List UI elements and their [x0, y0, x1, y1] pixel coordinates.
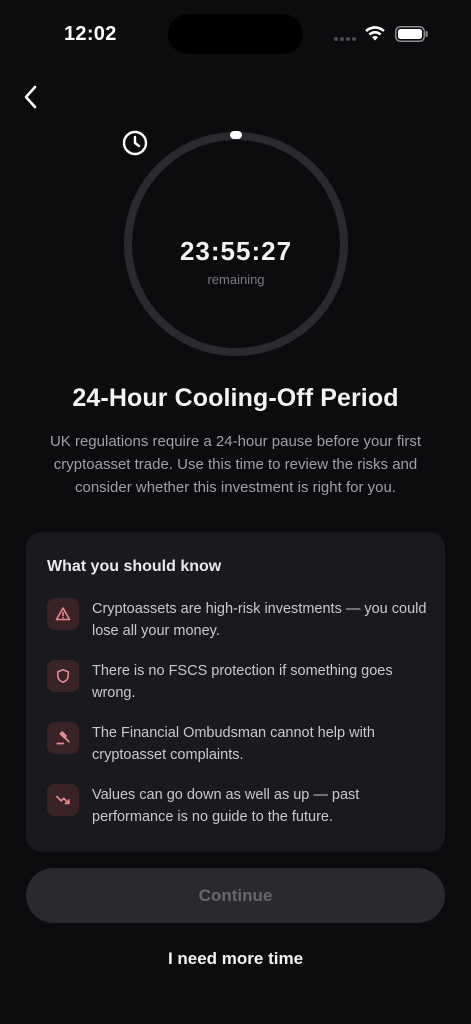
need-more-time-button[interactable]: I need more time: [0, 949, 471, 969]
timer-progress-knob: [230, 131, 242, 139]
risk-item-text: Cryptoassets are high-risk investments —…: [92, 601, 427, 639]
countdown-timer: 23:55:27 remaining: [120, 128, 352, 360]
risk-item-text: The Financial Ombudsman cannot help with…: [92, 725, 375, 763]
dynamic-island: [168, 14, 303, 54]
chevron-left-icon: [24, 85, 37, 109]
gavel-icon: [56, 731, 70, 745]
back-button[interactable]: [14, 80, 48, 114]
warning-triangle-icon: [55, 607, 71, 621]
status-bar: 12:02: [0, 0, 471, 64]
card-title: What you should know: [47, 558, 222, 575]
status-time: 12:02: [64, 23, 117, 45]
signal-dots-icon: [334, 37, 356, 41]
timer-value: 23:55:27: [179, 236, 293, 266]
wifi-icon: [365, 26, 385, 41]
shield-icon: [57, 669, 69, 683]
clock-icon: [122, 130, 148, 156]
page-description: UK regulations require a 24-hour pause b…: [49, 433, 422, 496]
risk-item-text: Values can go down as well as up — past …: [92, 787, 360, 825]
risk-info-card: What you should know Cryptoassets are hi…: [26, 532, 445, 852]
page-title: 24-Hour Cooling-Off Period: [72, 384, 399, 412]
cooling-off-screen: 12:02 23:55:27 remaining 24-Hour Cooling…: [0, 0, 471, 1024]
continue-button[interactable]: Continue: [26, 868, 445, 923]
battery-icon: [395, 26, 428, 42]
trending-down-icon: [55, 795, 70, 805]
timer-caption: remaining: [207, 272, 265, 287]
risk-item-text: There is no FSCS protection if something…: [92, 663, 393, 701]
